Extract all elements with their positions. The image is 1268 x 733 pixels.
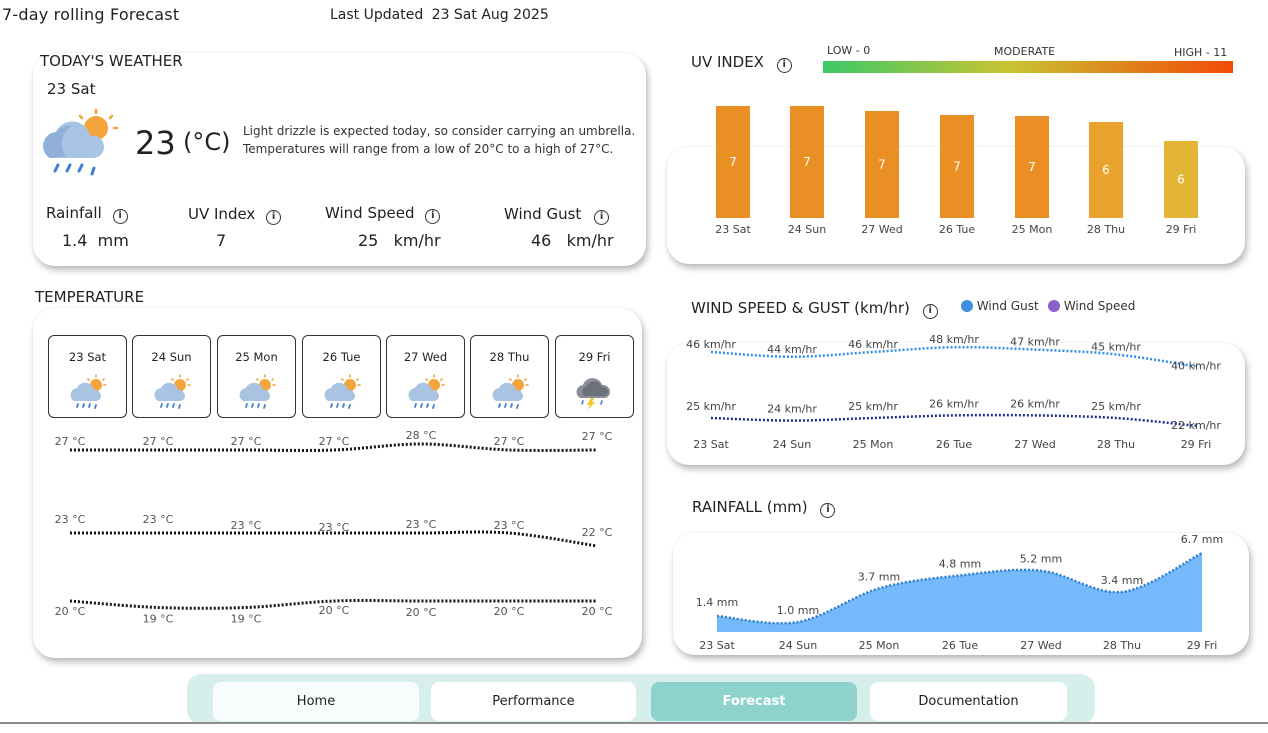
rainfall-area-chart: 1.4 mm 1.0 mm 3.7 mm 4.8 mm 5.2 mm 3.4 mm 6.7 … <box>696 533 1223 652</box>
nav-forecast-button[interactable]: Forecast <box>651 682 857 721</box>
rainfall-value-label: 4.8 mm <box>939 557 981 570</box>
rainfall-value-label: 1.0 mm <box>777 604 819 617</box>
rainfall-x-tick-label: 29 Fri <box>1187 639 1218 652</box>
rainfall-x-tick-label: 27 Wed <box>1020 639 1061 652</box>
rainfall-value-label: 6.7 mm <box>1181 533 1223 546</box>
rainfall-value-label: 3.7 mm <box>858 570 900 583</box>
rainfall-x-tick-label: 23 Sat <box>699 639 735 652</box>
rainfall-value-label: 3.4 mm <box>1101 574 1143 587</box>
nav-documentation-button[interactable]: Documentation <box>870 682 1067 721</box>
rainfall-value-label: 5.2 mm <box>1020 553 1062 566</box>
rainfall-x-tick-label: 28 Thu <box>1103 639 1141 652</box>
rainfall-x-tick-label: 25 Mon <box>859 639 900 652</box>
nav-performance-button[interactable]: Performance <box>431 682 636 721</box>
bottom-divider <box>0 722 1268 724</box>
nav-home-button[interactable]: Home <box>213 682 419 721</box>
rainfall-x-tick-label: 24 Sun <box>779 639 817 652</box>
rainfall-x-tick-label: 26 Tue <box>942 639 979 652</box>
rainfall-value-label: 1.4 mm <box>696 596 738 609</box>
